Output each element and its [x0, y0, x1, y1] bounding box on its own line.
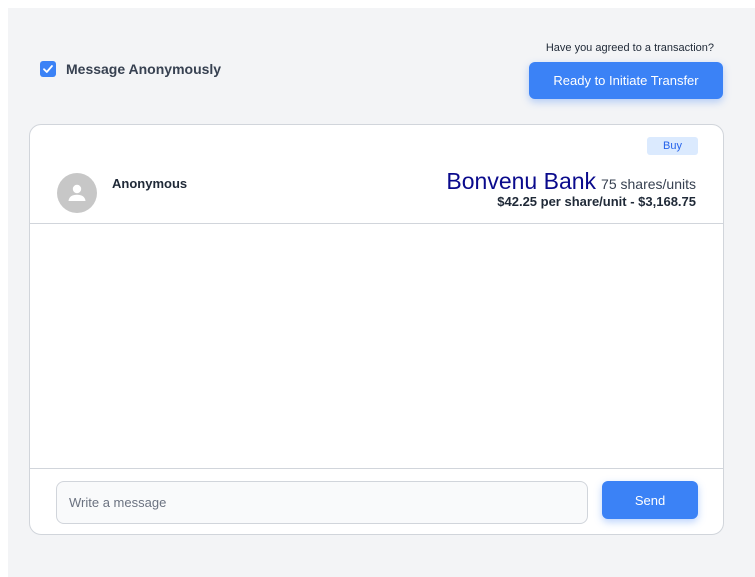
stock-summary: Bonvenu Bank 75 shares/units [446, 168, 696, 195]
initiate-transfer-button[interactable]: Ready to Initiate Transfer [529, 62, 723, 99]
stock-name: Bonvenu Bank [446, 168, 597, 194]
send-button[interactable]: Send [602, 481, 698, 519]
trade-card: Buy Anonymous Bonvenu Bank 75 shares/uni… [29, 124, 724, 535]
buy-badge: Buy [647, 137, 698, 155]
checkbox-checked-icon[interactable] [40, 61, 56, 77]
agree-prompt: Have you agreed to a transaction? [545, 42, 714, 54]
messages-area [30, 224, 723, 468]
composer-divider [30, 468, 723, 469]
message-anonymously-toggle[interactable]: Message Anonymously [40, 61, 221, 77]
price-total: $42.25 per share/unit - $3,168.75 [497, 194, 696, 209]
sender-name: Anonymous [112, 176, 188, 191]
page-background: Message Anonymously Have you agreed to a… [8, 8, 755, 577]
avatar [57, 173, 97, 213]
message-anonymously-label: Message Anonymously [66, 61, 222, 77]
user-silhouette-icon [68, 184, 86, 201]
message-input[interactable] [56, 481, 588, 524]
share-quantity: 75 shares/units [601, 176, 696, 192]
